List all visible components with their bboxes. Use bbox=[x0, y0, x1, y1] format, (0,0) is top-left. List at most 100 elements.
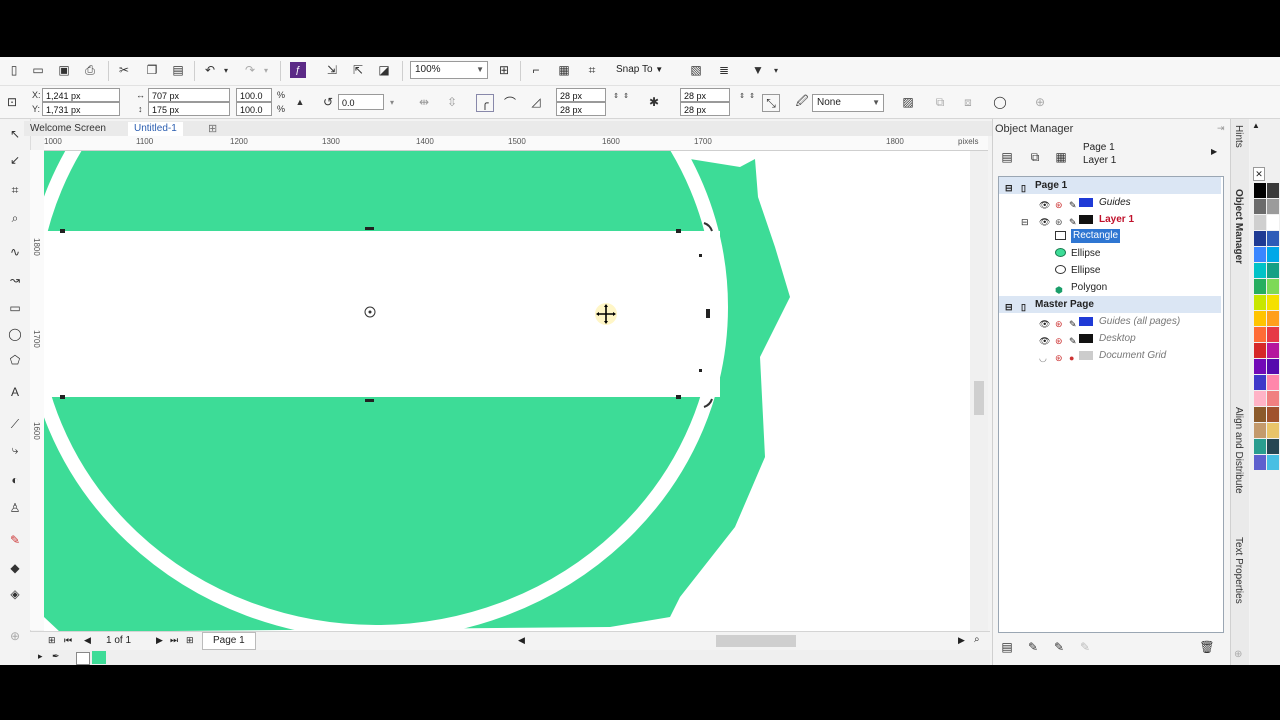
color-swatch[interactable] bbox=[1254, 327, 1266, 342]
new-master-layer-all-pages-icon[interactable]: ✎ bbox=[1051, 639, 1067, 655]
smart-fill-icon[interactable]: ◈ bbox=[6, 585, 24, 603]
options-icon[interactable]: ▧ bbox=[688, 62, 704, 78]
drawing-canvas[interactable] bbox=[44, 151, 970, 631]
vertical-ruler[interactable]: 1800 1700 1600 bbox=[30, 150, 45, 630]
palette-scroll-up-icon[interactable]: ▲ bbox=[1252, 121, 1260, 130]
rotation-field[interactable]: 0.0 bbox=[338, 94, 384, 110]
new-document-icon[interactable]: ▯ bbox=[6, 62, 22, 78]
color-swatch[interactable] bbox=[1267, 327, 1279, 342]
delete-icon[interactable]: 🗑 bbox=[1199, 639, 1215, 655]
application-launcher-icon[interactable]: ≣ bbox=[716, 62, 732, 78]
add-preset-icon[interactable]: ⊕ bbox=[1032, 94, 1048, 110]
color-swatch[interactable] bbox=[1267, 231, 1279, 246]
show-grid-icon[interactable]: ▦ bbox=[556, 62, 572, 78]
last-page-icon[interactable]: ⏭ bbox=[170, 635, 178, 646]
publish-pdf-icon[interactable]: ◪ bbox=[376, 62, 392, 78]
interactive-fill-icon[interactable]: ◆ bbox=[6, 559, 24, 577]
horizontal-ruler[interactable]: 1000 1100 1200 1300 1400 1500 1600 1700 … bbox=[44, 136, 988, 151]
chamfered-corner-icon[interactable]: ◿ bbox=[528, 94, 544, 110]
text-tool-icon[interactable]: A bbox=[6, 383, 24, 401]
color-swatch[interactable] bbox=[1267, 279, 1279, 294]
color-swatch[interactable] bbox=[1254, 215, 1266, 230]
color-swatch[interactable] bbox=[1254, 391, 1266, 406]
color-swatch[interactable] bbox=[1254, 375, 1266, 390]
docker-options-icon[interactable]: ⇥ bbox=[1217, 123, 1225, 134]
horizontal-scroll-thumb[interactable] bbox=[716, 635, 796, 647]
rectangle-shape[interactable] bbox=[44, 231, 720, 397]
tab-align-and-distribute[interactable]: Align and Distribute bbox=[1233, 407, 1244, 494]
no-outline-swatch[interactable] bbox=[76, 652, 90, 665]
convert-to-curves-icon[interactable]: ◯ bbox=[992, 94, 1008, 110]
show-guidelines-icon[interactable]: ⌗ bbox=[584, 62, 600, 78]
rectangle-tool-icon[interactable]: ▭ bbox=[6, 299, 24, 317]
corner-radius-bottom-left-field[interactable]: 28 px bbox=[556, 102, 606, 116]
paste-icon[interactable]: ▤ bbox=[170, 62, 186, 78]
lock-icon[interactable]: ● bbox=[1069, 350, 1074, 367]
edit-across-layers-icon[interactable]: ⧉ bbox=[1027, 149, 1043, 165]
zoom-tool-icon[interactable]: ⌕ bbox=[6, 209, 24, 227]
connector-tool-icon[interactable]: ⤷ bbox=[6, 441, 24, 459]
search-content-icon[interactable]: ƒ bbox=[290, 62, 306, 78]
snap-to-dropdown[interactable]: Snap To ▼ bbox=[616, 64, 663, 75]
parallel-dimension-icon[interactable]: ⟋ bbox=[6, 415, 24, 433]
tree-row-guides[interactable]: 👁 ⊛ ✎ Guides bbox=[999, 194, 1221, 211]
tree-row-polygon[interactable]: ⬢ Polygon bbox=[999, 279, 1221, 296]
tab-untitled-1[interactable]: Untitled-1 bbox=[128, 122, 183, 136]
corner-radius-bottom-right-field[interactable]: 28 px bbox=[680, 102, 730, 116]
object-origin-icon[interactable]: ⊡ bbox=[4, 94, 20, 110]
corner-radius-top-left-field[interactable]: 28 px bbox=[556, 88, 606, 102]
lock-corners-icon[interactable]: ✱ bbox=[646, 94, 662, 110]
scale-width-field[interactable]: 100.0 bbox=[236, 88, 272, 102]
polygon-tool-icon[interactable]: ⬠ bbox=[6, 351, 24, 369]
color-swatch[interactable] bbox=[1254, 295, 1266, 310]
color-swatch[interactable] bbox=[1267, 391, 1279, 406]
tree-row-rectangle[interactable]: Rectangle bbox=[999, 228, 1221, 245]
wrap-text-icon[interactable]: ▨ bbox=[900, 94, 916, 110]
mirror-horizontal-icon[interactable]: ⇹ bbox=[416, 94, 432, 110]
artistic-media-icon[interactable]: ↝ bbox=[6, 271, 24, 289]
width-field[interactable]: 707 px bbox=[148, 88, 230, 102]
shape-tool-icon[interactable]: ↙ bbox=[6, 151, 24, 169]
color-swatch[interactable] bbox=[1267, 439, 1279, 454]
copy-icon[interactable]: ❐ bbox=[144, 62, 160, 78]
new-tab-icon[interactable]: ⊞ bbox=[208, 122, 217, 135]
color-swatch[interactable] bbox=[1267, 295, 1279, 310]
export-icon[interactable]: ⇱ bbox=[350, 62, 366, 78]
launch-icon[interactable]: ▼ bbox=[750, 62, 766, 78]
color-swatch[interactable] bbox=[1267, 359, 1279, 374]
open-icon[interactable]: ▭ bbox=[30, 62, 46, 78]
color-swatch[interactable] bbox=[1254, 359, 1266, 374]
tab-object-manager[interactable]: Object Manager bbox=[1233, 189, 1244, 264]
crop-tool-icon[interactable]: ⌗ bbox=[6, 181, 24, 199]
color-swatch[interactable] bbox=[1254, 231, 1266, 246]
color-swatch[interactable] bbox=[1267, 455, 1279, 470]
color-swatch[interactable] bbox=[1254, 455, 1266, 470]
tree-row-guides-all-pages[interactable]: 👁 ⊛ ✎ Guides (all pages) bbox=[999, 313, 1221, 330]
new-master-layer-icon[interactable]: ✎ bbox=[1025, 639, 1041, 655]
vertical-scroll-thumb[interactable] bbox=[974, 381, 984, 415]
color-swatch[interactable] bbox=[1267, 423, 1279, 438]
color-swatch[interactable] bbox=[1267, 311, 1279, 326]
page-tab-page-1[interactable]: Page 1 bbox=[202, 632, 256, 650]
tab-hints[interactable]: Hints bbox=[1233, 125, 1244, 148]
visibility-eye-icon[interactable]: ◡ bbox=[1039, 350, 1047, 367]
cut-icon[interactable]: ✂ bbox=[116, 62, 132, 78]
color-swatch[interactable] bbox=[1267, 407, 1279, 422]
import-icon[interactable]: ⇲ bbox=[324, 62, 340, 78]
spin-icon[interactable]: ⇕ bbox=[618, 88, 634, 104]
zoom-level-dropdown[interactable]: 100% ▼ bbox=[410, 61, 488, 79]
mirror-vertical-icon[interactable]: ⇳ bbox=[444, 94, 460, 110]
fill-color-swatch[interactable] bbox=[92, 651, 106, 664]
save-icon[interactable]: ▣ bbox=[56, 62, 72, 78]
new-master-layer-even-icon[interactable]: ✎ bbox=[1077, 639, 1093, 655]
color-swatch[interactable] bbox=[1254, 183, 1266, 198]
drop-shadow-icon[interactable]: ◐ bbox=[6, 471, 24, 489]
next-page-icon[interactable]: ▶ bbox=[156, 635, 163, 646]
tree-row-desktop[interactable]: 👁 ⊛ ✎ Desktop bbox=[999, 330, 1221, 347]
print-toggle-icon[interactable]: ⊛ bbox=[1055, 350, 1063, 367]
color-swatch[interactable] bbox=[1267, 215, 1279, 230]
scalloped-corner-icon[interactable]: ⌒ bbox=[502, 94, 518, 110]
tab-text-properties[interactable]: Text Properties bbox=[1233, 537, 1244, 604]
layer-manager-view-icon[interactable]: ▦ bbox=[1053, 149, 1069, 165]
ellipse-tool-icon[interactable]: ◯ bbox=[6, 325, 24, 343]
